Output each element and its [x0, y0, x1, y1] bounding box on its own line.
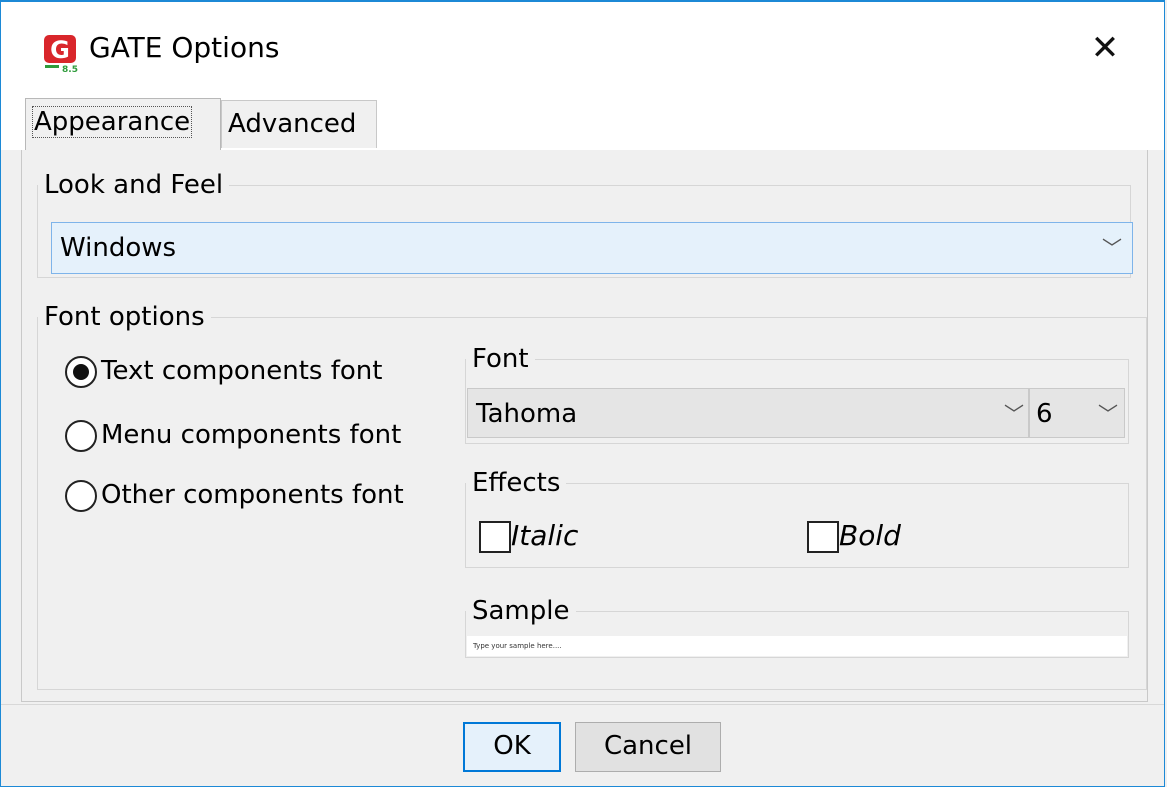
- button-bar-separator: [1, 704, 1164, 705]
- close-icon[interactable]: ✕: [1085, 28, 1125, 68]
- font-legend: Font: [472, 344, 529, 374]
- ok-button[interactable]: OK: [463, 722, 561, 772]
- italic-checkbox[interactable]: Italic: [479, 518, 578, 554]
- tab-strip: Appearance Advanced: [1, 94, 1164, 150]
- font-family-value: Tahoma: [476, 399, 578, 429]
- options-dialog: G 8.5 GATE Options ✕ Appearance Advanced…: [0, 0, 1165, 787]
- radio-other-components-font[interactable]: Other components font: [65, 476, 404, 516]
- radio-button-checked[interactable]: [65, 355, 97, 388]
- radio-other-components-label: Other components font: [101, 480, 404, 510]
- font-size-value: 6: [1036, 399, 1053, 429]
- sample-text-field[interactable]: Type your sample here....: [467, 636, 1127, 656]
- cancel-button[interactable]: Cancel: [575, 722, 721, 772]
- checkbox-box[interactable]: [807, 521, 839, 553]
- tab-appearance-label: Appearance: [32, 106, 193, 138]
- sample-legend: Sample: [472, 596, 570, 626]
- effects-legend: Effects: [472, 468, 561, 498]
- font-options-legend: Font options: [44, 302, 205, 332]
- radio-button[interactable]: [65, 419, 97, 452]
- tab-appearance[interactable]: Appearance: [25, 98, 221, 150]
- bold-label: Bold: [839, 519, 901, 552]
- gate-app-icon: G 8.5: [44, 35, 78, 74]
- radio-menu-components-label: Menu components font: [101, 420, 402, 450]
- chevron-down-icon: ﹀: [1098, 402, 1118, 426]
- font-family-select[interactable]: Tahoma ﹀: [467, 388, 1029, 438]
- tab-advanced[interactable]: Advanced: [221, 100, 377, 148]
- bold-checkbox[interactable]: Bold: [807, 518, 901, 554]
- app-icon-letter: G: [50, 36, 70, 64]
- look-and-feel-legend: Look and Feel: [44, 170, 224, 200]
- chevron-down-icon: ﹀: [1004, 402, 1024, 426]
- app-icon-version: 8.5: [62, 65, 78, 74]
- title-bar[interactable]: G 8.5 GATE Options ✕: [1, 2, 1164, 94]
- radio-text-components-font[interactable]: Text components font: [65, 352, 382, 392]
- radio-text-components-label: Text components font: [101, 356, 383, 386]
- checkbox-box[interactable]: [479, 521, 511, 553]
- chevron-down-icon: ﹀: [1102, 236, 1122, 260]
- window-title: GATE Options: [89, 31, 280, 64]
- look-and-feel-value: Windows: [60, 233, 177, 263]
- look-and-feel-select[interactable]: Windows ﹀: [51, 222, 1133, 274]
- italic-label: Italic: [511, 519, 579, 552]
- radio-button[interactable]: [65, 479, 97, 512]
- font-size-select[interactable]: 6 ﹀: [1029, 388, 1125, 438]
- radio-menu-components-font[interactable]: Menu components font: [65, 416, 401, 456]
